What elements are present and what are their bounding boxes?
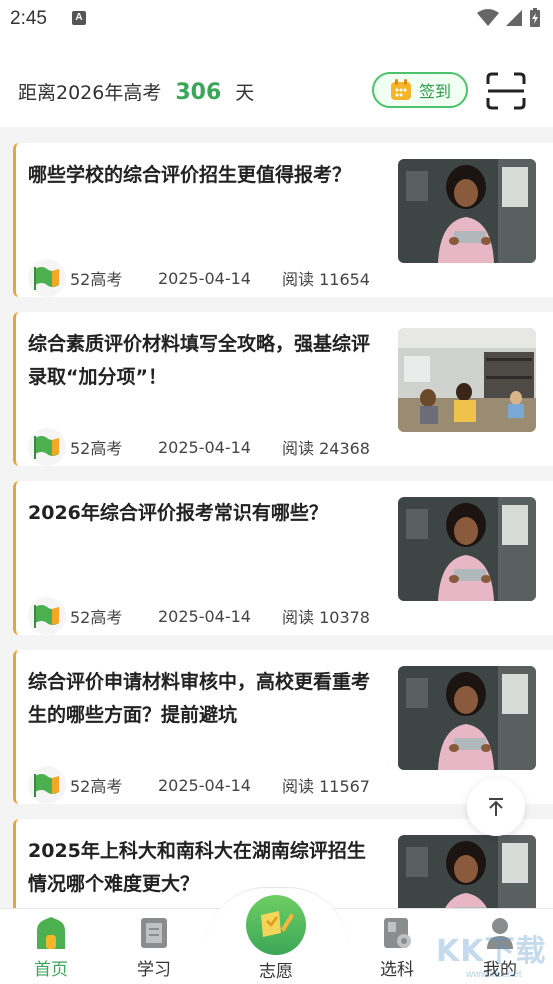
article-reads: 阅读 11654 [282,270,370,289]
flag-icon [28,259,66,297]
back-to-top-button[interactable] [467,778,525,836]
article-reads: 阅读 11567 [282,777,370,796]
header: 距离2026年高考 306 天 签到 [0,40,553,127]
tab-label: 首页 [34,960,68,980]
article-date: 2025-04-14 [158,775,251,795]
book-icon [141,918,167,948]
wifi-icon [477,9,499,26]
scan-icon[interactable] [486,72,526,110]
signin-label: 签到 [418,82,451,101]
article-card[interactable]: 2026年综合评价报考常识有哪些？ 52高考 2025-04-14 阅读 103… [13,481,553,635]
article-date: 2025-04-14 [158,606,251,626]
flag-icon [28,428,66,466]
article-card[interactable]: 综合素质评价材料填写全攻略，强基综评录取“加分项”！ 52高考 2025-04-… [13,312,553,466]
calendar-icon [390,79,411,100]
article-date: 2025-04-14 [158,268,251,288]
girl-tablet-thumbnail [398,497,536,601]
status-bar: 2:45 A [0,0,553,40]
article-title: 2025年上科大和南科大在湖南综评招生情况哪个难度更大？ [28,840,366,895]
article-meta: 52高考 2025-04-14 阅读 24368 [28,428,388,466]
article-title: 综合素质评价材料填写全攻略，强基综评录取“加分项”！ [28,333,371,388]
article-card[interactable]: 哪些学校的综合评价招生更值得报考？ 52高考 2025-04-14 阅读 116… [13,143,553,297]
signal-icon [506,10,522,26]
tab-home[interactable]: 首页 [11,917,91,980]
countdown-suffix: 天 [235,82,255,104]
article-reads: 阅读 10378 [282,608,370,627]
classroom-thumbnail [398,328,536,432]
article-source: 52高考 [70,270,123,289]
girl-tablet-thumbnail [398,159,536,263]
article-source: 52高考 [70,439,123,458]
article-title: 2026年综合评价报考常识有哪些？ [28,502,328,524]
article-title: 综合评价申请材料审核中，高校更看重考生的哪些方面？提前避坑 [28,671,371,726]
exam-countdown: 距离2026年高考 306 天 [18,78,254,105]
article-meta: 52高考 2025-04-14 阅读 11567 [28,766,388,804]
signin-button[interactable]: 签到 [372,72,468,108]
article-title: 哪些学校的综合评价招生更值得报考？ [28,164,352,186]
watermark-logo: KK下载 [436,934,547,969]
flag-icon [28,766,66,804]
article-reads: 阅读 24368 [282,439,370,458]
subject-icon [384,918,411,948]
article-card[interactable]: 综合评价申请材料审核中，高校更看重考生的哪些方面？提前避坑 52高考 2025-… [13,650,553,804]
battery-icon [530,8,540,27]
status-time: 2:45 [10,8,47,29]
girl-tablet-thumbnail [398,666,536,770]
flag-icon [28,597,66,635]
status-icons [477,8,541,28]
tab-study[interactable]: 学习 [114,917,194,980]
article-date: 2025-04-14 [158,437,251,457]
tab-label: 学习 [137,960,171,980]
article-source: 52高考 [70,608,123,627]
article-meta: 52高考 2025-04-14 阅读 11654 [28,259,388,297]
tab-volunteer[interactable] [246,895,306,955]
watermark-url: www.kkx.net [466,969,522,980]
article-meta: 52高考 2025-04-14 阅读 10378 [28,597,388,635]
arrow-up-icon [489,798,503,816]
tab-label: 选科 [380,960,414,980]
a-icon: A [72,11,86,25]
article-source: 52高考 [70,777,123,796]
volunteer-icon [261,911,294,937]
countdown-prefix: 距离2026年高考 [18,82,162,104]
home-icon [37,917,65,949]
countdown-days: 306 [175,80,222,105]
tab-label: 志愿 [259,962,293,982]
tab-subjects[interactable]: 选科 [357,917,437,980]
